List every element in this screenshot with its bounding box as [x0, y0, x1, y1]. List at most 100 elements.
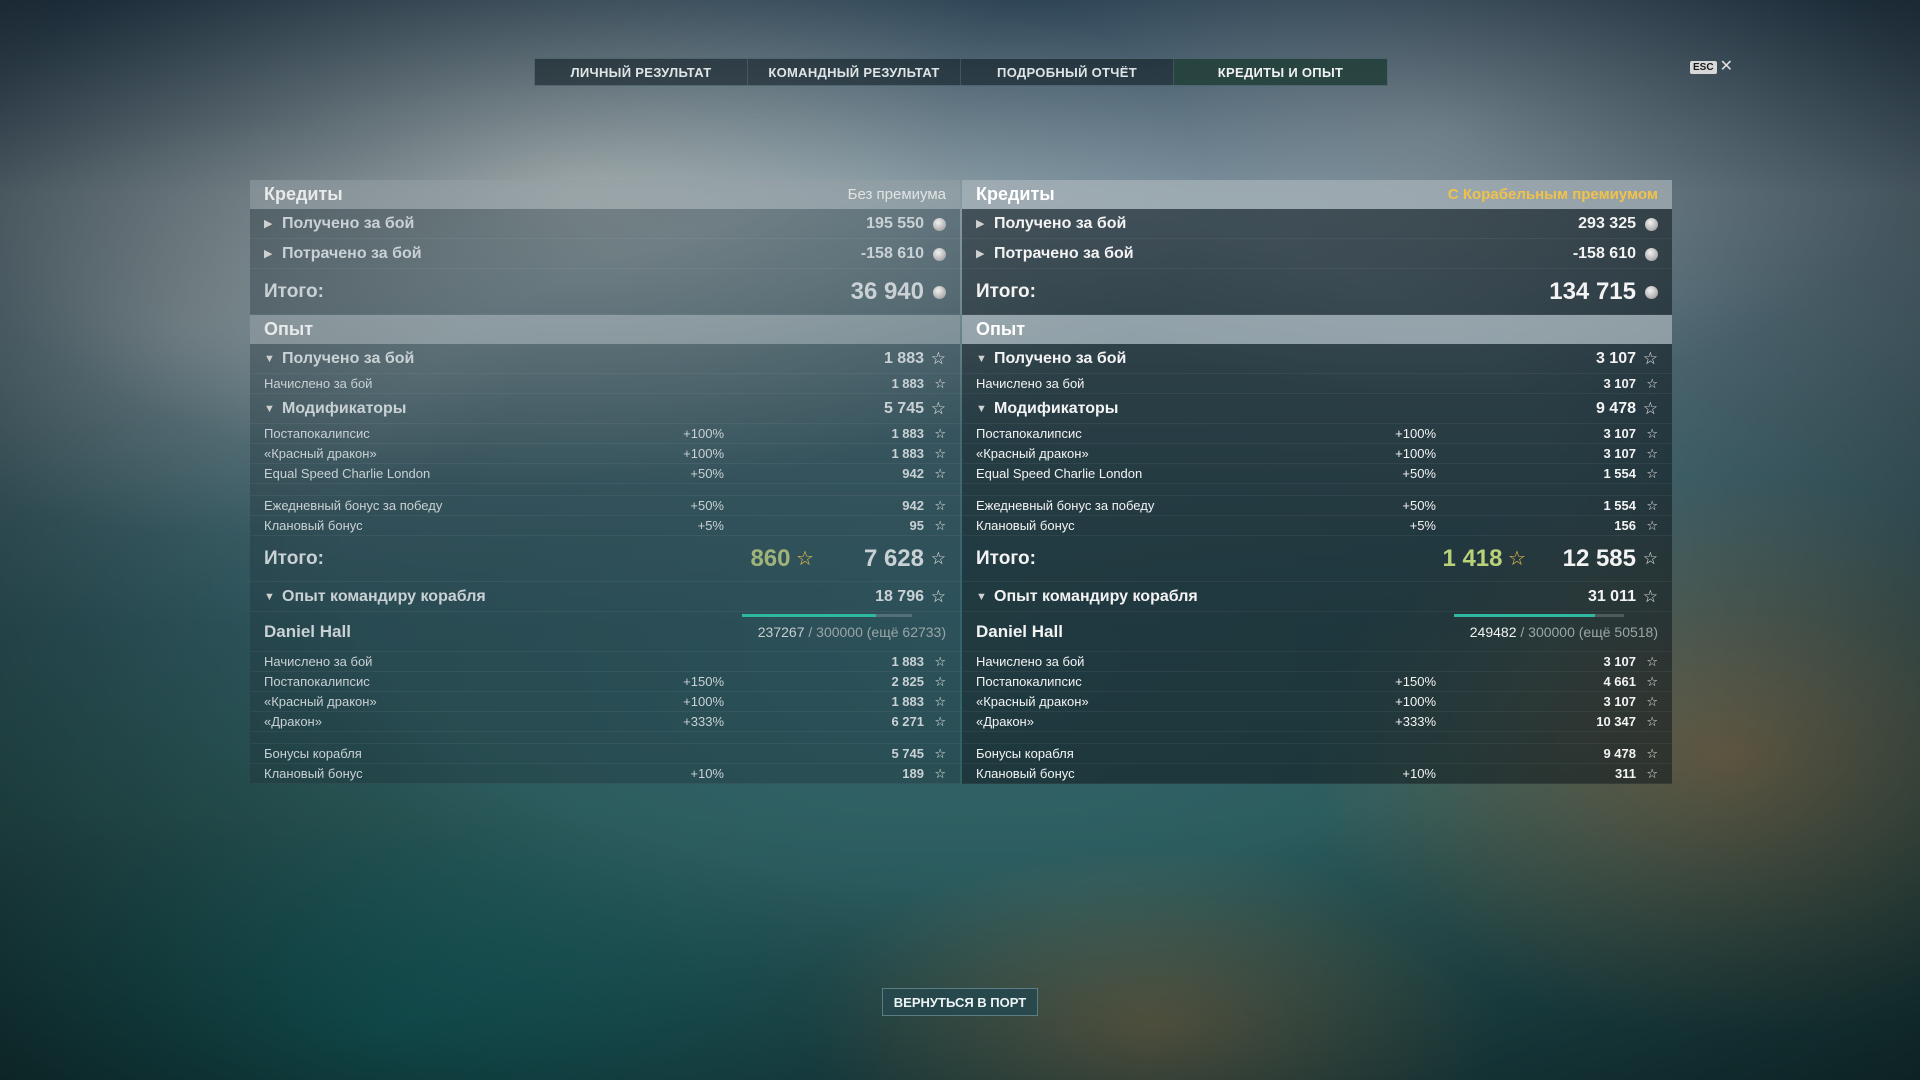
- xp-header: Опыт: [962, 315, 1672, 344]
- modifier-value: 3 107: [1603, 426, 1636, 441]
- credits-earned-row[interactable]: ▶ Получено за бой 293 325: [962, 209, 1672, 239]
- commander-bonus-percent: +333%: [1395, 714, 1436, 729]
- modifier-percent: +100%: [683, 446, 724, 461]
- xp-star-icon: ☆: [934, 654, 946, 669]
- tab-credits-and-xp[interactable]: КРЕДИТЫ И ОПЫТ: [1174, 59, 1387, 85]
- xp-total-label: Итого:: [264, 547, 324, 569]
- free-xp-value: 860: [750, 544, 791, 572]
- modifier-percent: +50%: [1402, 466, 1436, 481]
- modifier-row: «Красный дракон» +100% 3 107 ☆: [962, 444, 1672, 464]
- modifier-value: 1 883: [891, 446, 924, 461]
- xp-star-icon: ☆: [1646, 766, 1658, 781]
- credits-spent-value: -158 610: [860, 244, 924, 262]
- close-button[interactable]: ESC ✕: [1690, 58, 1733, 75]
- modifier-percent: +50%: [690, 466, 724, 481]
- commander-bonus-value: 3 107: [1603, 654, 1636, 669]
- commander-xp-row[interactable]: ▼ Опыт командиру корабля 31 011 ☆: [962, 582, 1672, 612]
- credits-title: Кредиты: [976, 184, 1055, 204]
- spacer: [250, 732, 960, 744]
- xp-star-icon: ☆: [934, 498, 946, 513]
- tab-team-result[interactable]: КОМАНДНЫЙ РЕЗУЛЬТАТ: [748, 59, 961, 85]
- xp-star-icon: ☆: [1646, 746, 1658, 761]
- modifier-row: Ежедневный бонус за победу +50% 1 554 ☆: [962, 496, 1672, 516]
- tab-detailed-report[interactable]: ПОДРОБНЫЙ ОТЧЁТ: [961, 59, 1174, 85]
- modifiers-row[interactable]: ▼ Модификаторы 5 745 ☆: [250, 394, 960, 424]
- xp-earned-row[interactable]: ▼ Получено за бой 3 107 ☆: [962, 344, 1672, 374]
- xp-earned-value: 1 883: [883, 349, 924, 367]
- caret-right-icon: ▶: [264, 248, 273, 260]
- credits-earned-row[interactable]: ▶ Получено за бой 195 550: [250, 209, 960, 239]
- xp-star-icon: ☆: [1646, 694, 1658, 709]
- xp-earned-row[interactable]: ▼ Получено за бой 1 883 ☆: [250, 344, 960, 374]
- modifier-name: Клановый бонус: [976, 518, 1075, 533]
- xp-base-value: 3 107: [1603, 376, 1636, 391]
- modifier-name: «Красный дракон»: [976, 446, 1089, 461]
- commander-bonus-name: Клановый бонус: [976, 766, 1075, 781]
- commander-bonus-row: Клановый бонус +10% 311 ☆: [962, 764, 1672, 784]
- xp-star-icon: ☆: [934, 694, 946, 709]
- commander-bonus-percent: +10%: [690, 766, 724, 781]
- commander-bonus-row: Бонусы корабля 5 745 ☆: [250, 744, 960, 764]
- modifiers-value: 5 745: [883, 399, 924, 417]
- commander-row: Daniel Hall 237267 / 300000 (ещё 62733): [250, 612, 960, 652]
- xp-total-label: Итого:: [976, 547, 1036, 569]
- xp-star-icon: ☆: [934, 446, 946, 461]
- commander-name: Daniel Hall: [264, 621, 351, 641]
- commander-bonus-percent: +100%: [1395, 694, 1436, 709]
- credits-total-label: Итого:: [976, 280, 1036, 302]
- commander-bonus-value: 4 661: [1603, 674, 1636, 689]
- modifiers-value: 9 478: [1595, 399, 1636, 417]
- commander-bonus-percent: +10%: [1402, 766, 1436, 781]
- credits-earned-value: 195 550: [866, 214, 924, 232]
- modifier-name: Постапокалипсис: [264, 426, 370, 441]
- commander-bonus-name: Постапокалипсис: [264, 674, 370, 689]
- modifier-value: 942: [902, 466, 924, 481]
- credits-icon: [1645, 286, 1658, 300]
- xp-star-icon: ☆: [1646, 714, 1658, 729]
- xp-title: Опыт: [976, 319, 1026, 339]
- commander-progress-current: 249482: [1469, 623, 1517, 640]
- modifier-name: Equal Speed Charlie London: [264, 466, 431, 481]
- modifier-percent: +5%: [697, 518, 724, 533]
- commander-bonus-row: «Красный дракон» +100% 3 107 ☆: [962, 692, 1672, 712]
- tab-personal-result[interactable]: ЛИЧНЫЙ РЕЗУЛЬТАТ: [535, 59, 748, 85]
- caret-down-icon: ▼: [976, 402, 987, 415]
- xp-star-icon: ☆: [1646, 498, 1658, 513]
- xp-star-icon: ☆: [934, 426, 946, 441]
- commander-bonus-row: Постапокалипсис +150% 4 661 ☆: [962, 672, 1672, 692]
- xp-star-icon: ☆: [1646, 446, 1658, 461]
- return-to-port-button[interactable]: ВЕРНУТЬСЯ В ПОРТ: [882, 988, 1038, 1016]
- xp-base-label: Начислено за бой: [264, 376, 373, 391]
- modifiers-label: Модификаторы: [282, 399, 407, 417]
- modifier-row: «Красный дракон» +100% 1 883 ☆: [250, 444, 960, 464]
- commander-xp-row[interactable]: ▼ Опыт командиру корабля 18 796 ☆: [250, 582, 960, 612]
- xp-total-row: Итого: 860 ☆ 7 628 ☆: [250, 536, 960, 582]
- commander-bonus-value: 10 347: [1596, 714, 1636, 729]
- xp-star-icon: ☆: [930, 398, 946, 418]
- modifier-value: 1 554: [1603, 498, 1636, 513]
- xp-star-icon: ☆: [930, 348, 946, 368]
- xp-star-icon: ☆: [1646, 654, 1658, 669]
- commander-xp-value: 18 796: [875, 587, 924, 605]
- commander-progress-rest: / 300000 (ещё 50518): [1520, 623, 1658, 640]
- xp-star-icon: ☆: [1642, 398, 1658, 418]
- xp-star-icon: ☆: [1642, 586, 1658, 606]
- xp-star-icon: ☆: [1646, 674, 1658, 689]
- spacer: [250, 484, 960, 496]
- credits-earned-value: 293 325: [1578, 214, 1636, 232]
- xp-total-row: Итого: 1 418 ☆ 12 585 ☆: [962, 536, 1672, 582]
- commander-bonus-value: 2 825: [891, 674, 924, 689]
- commander-bonus-name: «Дракон»: [264, 714, 322, 729]
- commander-bonus-row: «Дракон» +333% 10 347 ☆: [962, 712, 1672, 732]
- modifiers-row[interactable]: ▼ Модификаторы 9 478 ☆: [962, 394, 1672, 424]
- xp-star-icon: ☆: [1642, 548, 1658, 568]
- commander-xp-label: Опыт командиру корабля: [994, 587, 1198, 605]
- commander-bonus-percent: +100%: [683, 694, 724, 709]
- commander-bonus-value: 5 745: [891, 746, 924, 761]
- credits-spent-row[interactable]: ▶ Потрачено за бой -158 610: [962, 239, 1672, 269]
- close-icon: ✕: [1719, 58, 1733, 75]
- commander-name: Daniel Hall: [976, 621, 1063, 641]
- credits-spent-row[interactable]: ▶ Потрачено за бой -158 610: [250, 239, 960, 269]
- credits-icon: [933, 286, 946, 300]
- modifier-value: 3 107: [1603, 446, 1636, 461]
